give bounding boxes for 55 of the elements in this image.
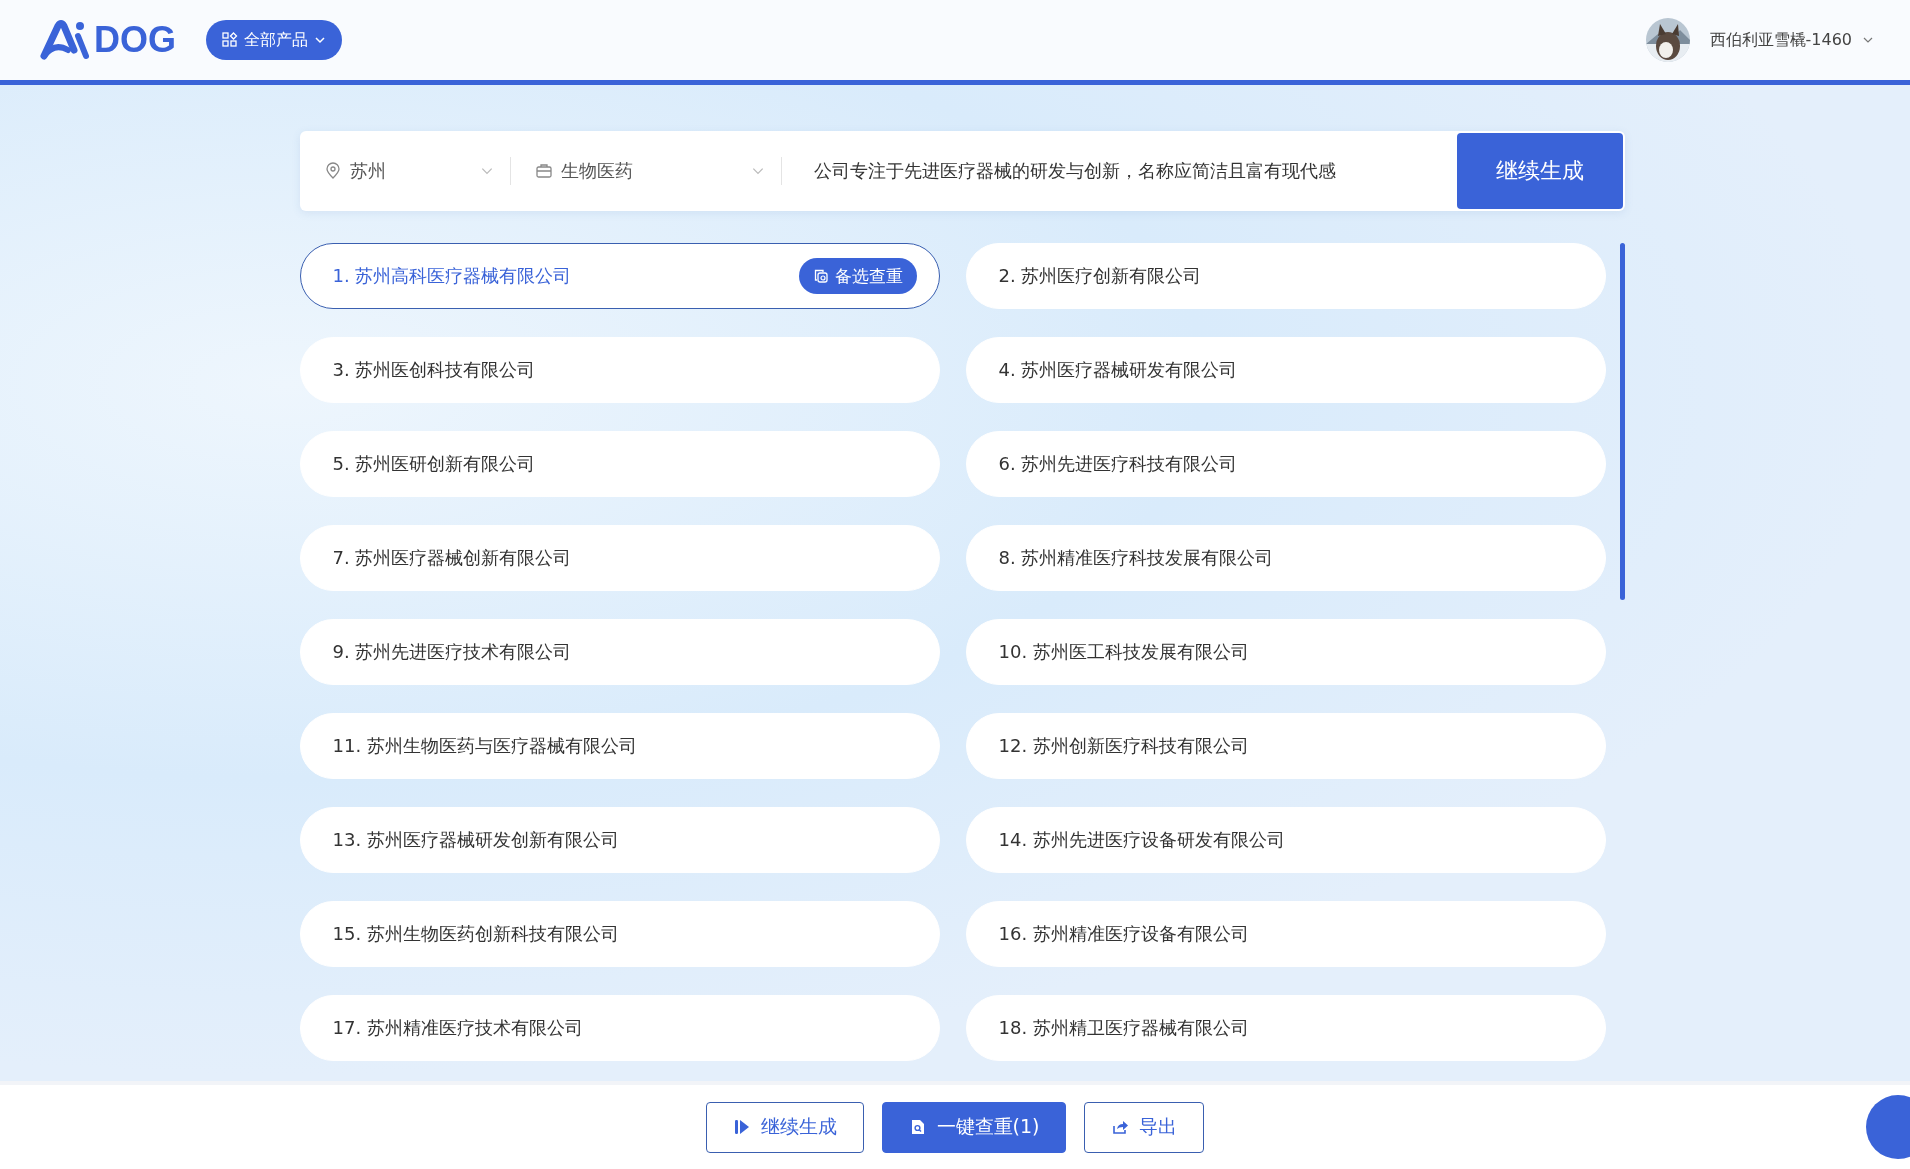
company-name: 16. 苏州精准医疗设备有限公司 (998, 922, 1250, 946)
company-name-item[interactable]: 18. 苏州精卫医疗器械有限公司 (965, 995, 1606, 1061)
city-select[interactable]: 苏州 (323, 159, 494, 183)
company-name-item[interactable]: 14. 苏州先进医疗设备研发有限公司 (965, 807, 1606, 873)
company-name: 17. 苏州精准医疗技术有限公司 (332, 1016, 584, 1040)
chevron-icon (314, 34, 326, 46)
company-name: 2. 苏州医疗创新有限公司 (998, 264, 1203, 288)
one-click-check-button[interactable]: 一键查重(1) (881, 1101, 1067, 1153)
company-name: 5. 苏州医研创新有限公司 (332, 452, 537, 476)
candidate-check-button[interactable]: 备选查重 (798, 258, 917, 294)
company-name-item[interactable]: 6. 苏州先进医疗科技有限公司 (965, 431, 1606, 497)
play-icon (732, 1118, 751, 1136)
company-name: 18. 苏州精卫医疗器械有限公司 (998, 1016, 1250, 1040)
company-name-item[interactable]: 4. 苏州医疗器械研发有限公司 (965, 337, 1606, 403)
company-name: 13. 苏州医疗器械研发创新有限公司 (332, 828, 620, 852)
grid-icon (222, 32, 238, 48)
company-name: 4. 苏州医疗器械研发有限公司 (998, 358, 1239, 382)
company-name: 1. 苏州高科医疗器械有限公司 (332, 264, 573, 288)
company-name-item[interactable]: 1. 苏州高科医疗器械有限公司 备选查重 (299, 243, 940, 309)
company-name-item[interactable]: 16. 苏州精准医疗设备有限公司 (965, 901, 1606, 967)
share-icon (1111, 1118, 1130, 1136)
continue-generate-button[interactable]: 继续生成 (1456, 133, 1623, 209)
briefcase-icon (534, 162, 553, 180)
company-name: 3. 苏州医创科技有限公司 (332, 358, 537, 382)
company-name-item[interactable]: 11. 苏州生物医药与医疗器械有限公司 (299, 713, 940, 779)
company-name-item[interactable]: 12. 苏州创新医疗科技有限公司 (965, 713, 1606, 779)
company-name-item[interactable]: 8. 苏州精准医疗科技发展有限公司 (965, 525, 1606, 591)
company-name-item[interactable]: 15. 苏州生物医药创新科技有限公司 (299, 901, 940, 967)
company-name: 10. 苏州医工科技发展有限公司 (998, 640, 1250, 664)
user-menu[interactable]: 西伯利亚雪橇-1460 (1703, 28, 1880, 52)
company-name-item[interactable]: 5. 苏州医研创新有限公司 (299, 431, 940, 497)
company-name-item[interactable]: 3. 苏州医创科技有限公司 (299, 337, 940, 403)
logo-text: DOG (94, 19, 176, 61)
all-products-button[interactable]: 全部产品 (206, 20, 342, 60)
company-name: 11. 苏州生物医药与医疗器械有限公司 (332, 734, 638, 758)
company-name-item[interactable]: 10. 苏州医工科技发展有限公司 (965, 619, 1606, 685)
company-name-item[interactable]: 17. 苏州精准医疗技术有限公司 (299, 995, 940, 1061)
copy-search-icon (812, 268, 829, 284)
company-name-item[interactable]: 13. 苏州医疗器械研发创新有限公司 (299, 807, 940, 873)
company-name-item[interactable]: 7. 苏州医疗器械创新有限公司 (299, 525, 940, 591)
company-name: 8. 苏州精准医疗科技发展有限公司 (998, 546, 1275, 570)
company-name-item[interactable]: 9. 苏州先进医疗技术有限公司 (299, 619, 940, 685)
export-button[interactable]: 导出 (1084, 1101, 1205, 1153)
company-name: 12. 苏州创新医疗科技有限公司 (998, 734, 1250, 758)
company-name: 15. 苏州生物医药创新科技有限公司 (332, 922, 620, 946)
scrollbar[interactable] (1619, 243, 1625, 600)
company-name: 9. 苏州先进医疗技术有限公司 (332, 640, 573, 664)
continue-generate-button[interactable]: 继续生成 (705, 1101, 864, 1153)
company-name: 14. 苏州先进医疗设备研发有限公司 (998, 828, 1286, 852)
company-name: 7. 苏州医疗器械创新有限公司 (332, 546, 573, 570)
company-name: 6. 苏州先进医疗科技有限公司 (998, 452, 1239, 476)
location-pin-icon (323, 162, 342, 180)
company-name-item[interactable]: 2. 苏州医疗创新有限公司 (965, 243, 1606, 309)
industry-select[interactable]: 生物医药 (510, 159, 765, 183)
logo-icon (40, 20, 92, 60)
